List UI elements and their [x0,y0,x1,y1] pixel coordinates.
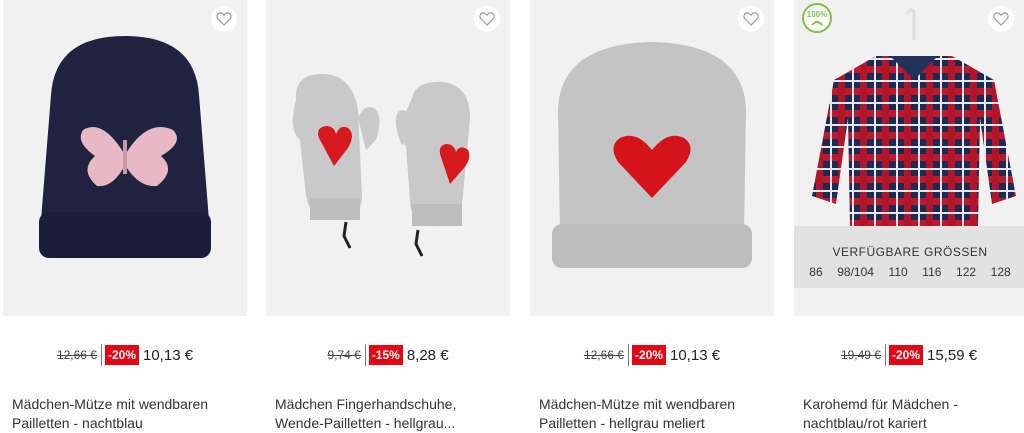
product-title-line: Mädchen Fingerhandschuhe, [275,396,457,412]
wishlist-heart-icon[interactable] [738,6,764,32]
size-option[interactable]: 128 [991,265,1011,279]
wishlist-heart-icon[interactable] [474,6,500,32]
price-row: 12,66 € -20% 10,13 € [3,344,247,366]
new-price: 8,28 € [406,346,449,364]
sizes-list: 86 98/104 110 116 122 128 [794,265,1024,279]
product-image[interactable]: 100% VERFÜGBARE GRÖSSEN 86 98/104 110 11… [794,0,1024,316]
product-title-line: Mädchen-Mütze mit wendbaren [539,396,736,412]
product-image[interactable] [530,0,774,316]
grey-beanie-heart-image [552,42,752,268]
old-price: 12,66 € [583,348,624,362]
old-price: 9,74 € [327,348,361,362]
product-title[interactable]: Karohemd für Mädchen - nachtblau/rot kar… [803,395,1021,433]
old-price: 12,66 € [56,348,97,362]
product-card[interactable]: 12,66 € -20% 10,13 € Mädchen-Mütze mit w… [530,0,774,433]
size-option[interactable]: 110 [889,265,908,279]
discount-badge: -20% [888,345,923,365]
navy-beanie-butterfly-image [39,36,211,258]
product-title-line: Wende-Pailletten - hellgrau... [275,415,456,431]
price-separator [884,344,886,366]
price-separator [100,344,102,366]
price-separator [364,344,366,366]
product-image[interactable] [266,0,510,316]
new-price: 15,59 € [927,346,978,364]
product-title[interactable]: Mädchen-Mütze mit wendbaren Pailletten -… [12,395,242,433]
discount-badge: -15% [368,345,403,365]
wishlist-heart-icon[interactable] [211,6,237,32]
product-title[interactable]: Mädchen-Mütze mit wendbaren Pailletten -… [539,395,769,433]
size-option[interactable]: 122 [956,265,976,279]
wishlist-heart-icon[interactable] [988,6,1014,32]
product-title[interactable]: Mädchen Fingerhandschuhe, Wende-Paillett… [275,395,505,433]
available-sizes-overlay: VERFÜGBARE GRÖSSEN 86 98/104 110 116 122… [794,226,1024,288]
product-title-line: Pailletten - hellgrau meliert [539,415,705,431]
product-card[interactable]: 9,74 € -15% 8,28 € Mädchen Fingerhandsch… [266,0,510,433]
product-title-line: nachtblau/rot kariert [803,415,927,431]
discount-badge: -20% [631,345,666,365]
grey-mittens-hearts-image [292,74,470,257]
available-sizes-heading: VERFÜGBARE GRÖSSEN [832,245,988,259]
product-card[interactable]: 100% VERFÜGBARE GRÖSSEN 86 98/104 110 11… [794,0,1024,433]
organic-badge-text: 100% [807,10,827,19]
price-separator [627,344,629,366]
product-image[interactable] [3,0,247,316]
price-row: 19,49 € -20% 15,59 € [794,344,1024,366]
new-price: 10,13 € [143,346,194,364]
product-card[interactable]: 12,66 € -20% 10,13 € Mädchen-Mütze mit w… [3,0,247,433]
old-price: 19,49 € [840,348,881,362]
new-price: 10,13 € [670,346,721,364]
discount-badge: -20% [104,345,139,365]
size-option[interactable]: 116 [922,265,941,279]
size-option[interactable]: 98/104 [837,265,874,279]
product-title-line: Karohemd für Mädchen - [803,396,958,412]
size-option[interactable]: 86 [809,265,822,279]
price-row: 9,74 € -15% 8,28 € [266,344,510,366]
product-title-line: Mädchen-Mütze mit wendbaren [12,396,209,412]
organic-100-badge: 100% [802,3,832,38]
product-title-line: Pailletten - nachtblau [12,415,143,431]
price-row: 12,66 € -20% 10,13 € [530,344,774,366]
